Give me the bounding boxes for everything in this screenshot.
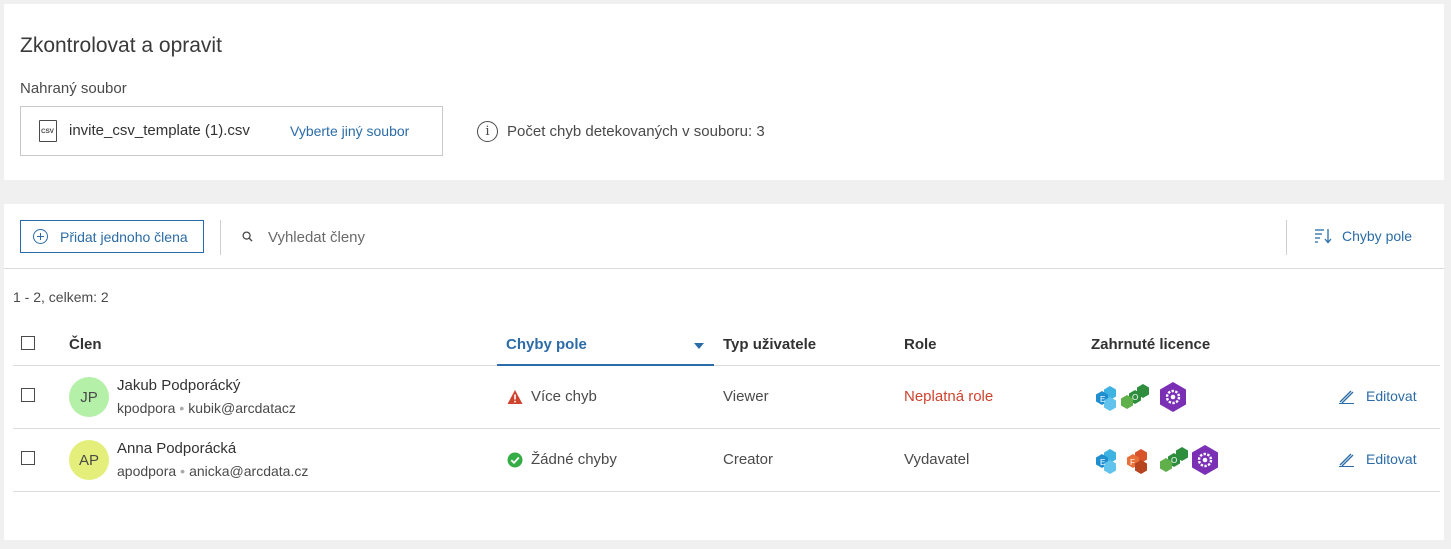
license-gear-icon bbox=[1192, 445, 1218, 475]
licenses-group: E O bbox=[1096, 382, 1186, 412]
table-header: Člen Chyby pole Typ uživatele Role Zahrn… bbox=[13, 318, 1440, 366]
member-name: Jakub Podporácký bbox=[117, 377, 241, 394]
table-row: JP Jakub Podporácký kpodpora • kubik@arcda… bbox=[13, 366, 1440, 429]
member-username: apodpora bbox=[117, 463, 177, 479]
svg-text:O: O bbox=[1132, 393, 1138, 402]
edit-label: Editovat bbox=[1366, 451, 1417, 467]
field-errors-text: Více chyb bbox=[531, 388, 597, 405]
license-f-icon: F bbox=[1127, 449, 1147, 474]
license-gear-icon bbox=[1160, 382, 1186, 412]
member-username: kpodpora bbox=[117, 400, 176, 416]
toolbar-divider bbox=[220, 220, 221, 255]
svg-text:E: E bbox=[1100, 395, 1105, 404]
column-field-errors[interactable]: Chyby pole bbox=[497, 318, 714, 366]
member-email: anicka@arcdata.cz bbox=[189, 463, 309, 479]
field-errors-status: Více chyb bbox=[507, 388, 597, 405]
role: Vydavatel bbox=[904, 451, 970, 468]
column-field-errors-label: Chyby pole bbox=[506, 336, 587, 353]
edit-member-link[interactable]: Editovat bbox=[1338, 451, 1417, 467]
license-e-icon: E bbox=[1096, 449, 1116, 474]
user-type: Viewer bbox=[723, 388, 769, 405]
sort-field-errors-button[interactable]: Chyby pole bbox=[1314, 225, 1412, 247]
search-members-input[interactable] bbox=[268, 226, 568, 248]
member-details: apodpora • anicka@arcdata.cz bbox=[117, 463, 309, 479]
warning-icon bbox=[507, 389, 523, 404]
csv-file-icon: CSV bbox=[39, 120, 57, 142]
members-panel: Přidat jednoho člena Chyby pole 1 - 2, c… bbox=[4, 204, 1444, 540]
info-icon: i bbox=[477, 120, 498, 142]
error-count-text: Počet chyb detekovaných v souboru: 3 bbox=[507, 122, 765, 140]
toolbar: Přidat jednoho člena Chyby pole bbox=[4, 204, 1444, 269]
uploaded-file-box: CSV invite_csv_template (1).csv Vyberte … bbox=[20, 106, 443, 156]
uploaded-file-label: Nahraný soubor bbox=[20, 80, 127, 97]
column-user-type[interactable]: Typ uživatele bbox=[723, 336, 816, 353]
page-title: Zkontrolovat a opravit bbox=[20, 34, 222, 57]
add-member-label: Přidat jednoho člena bbox=[60, 228, 188, 245]
sort-label: Chyby pole bbox=[1342, 228, 1413, 244]
license-o-icon: O bbox=[1121, 384, 1149, 409]
field-errors-status: Žádné chyby bbox=[507, 451, 617, 468]
plus-circle-icon bbox=[33, 229, 48, 244]
review-panel: Zkontrolovat a opravit Nahraný soubor CS… bbox=[4, 4, 1444, 180]
member-email: kubik@arcdatacz bbox=[188, 400, 296, 416]
column-member[interactable]: Člen bbox=[69, 336, 102, 353]
uploaded-file-name: invite_csv_template (1).csv bbox=[69, 122, 250, 139]
add-member-button[interactable]: Přidat jednoho člena bbox=[20, 220, 204, 253]
results-count: 1 - 2, celkem: 2 bbox=[13, 289, 109, 305]
table-row: AP Anna Podporácká apodpora • anicka@arcda… bbox=[13, 429, 1440, 492]
column-role[interactable]: Role bbox=[904, 336, 937, 353]
edit-member-link[interactable]: Editovat bbox=[1338, 388, 1417, 404]
column-licenses: Zahrnuté licence bbox=[1091, 336, 1211, 353]
svg-text:O: O bbox=[1171, 456, 1177, 465]
error-count-info: i Počet chyb detekovaných v souboru: 3 bbox=[477, 120, 765, 142]
svg-text:F: F bbox=[1130, 458, 1135, 467]
avatar: JP bbox=[69, 377, 109, 417]
edit-label: Editovat bbox=[1366, 388, 1417, 404]
member-name: Anna Podporácká bbox=[117, 440, 237, 457]
pencil-edit-icon bbox=[1339, 453, 1354, 467]
select-all-checkbox[interactable] bbox=[21, 336, 35, 350]
pencil-edit-icon bbox=[1339, 390, 1354, 404]
svg-text:E: E bbox=[1100, 458, 1105, 467]
members-table: Člen Chyby pole Typ uživatele Role Zahrn… bbox=[13, 318, 1440, 492]
row-checkbox[interactable] bbox=[21, 451, 35, 465]
user-type: Creator bbox=[723, 451, 774, 468]
check-circle-icon bbox=[507, 452, 523, 467]
choose-other-file-link[interactable]: Vyberte jiný soubor bbox=[290, 123, 409, 139]
role-invalid: Neplatná role bbox=[904, 388, 994, 405]
search-icon bbox=[242, 231, 253, 242]
toolbar-divider-right bbox=[1286, 220, 1287, 255]
caret-down-icon bbox=[694, 343, 704, 349]
row-checkbox[interactable] bbox=[21, 388, 35, 402]
licenses-group: E F O bbox=[1096, 445, 1218, 475]
member-details: kpodpora • kubik@arcdatacz bbox=[117, 400, 296, 416]
csv-file-icon-text: CSV bbox=[41, 128, 54, 135]
field-errors-text: Žádné chyby bbox=[531, 451, 617, 468]
avatar: AP bbox=[69, 440, 109, 480]
license-o-icon: O bbox=[1160, 447, 1188, 472]
sort-descending-icon bbox=[1315, 229, 1332, 244]
license-e-icon: E bbox=[1096, 386, 1116, 411]
